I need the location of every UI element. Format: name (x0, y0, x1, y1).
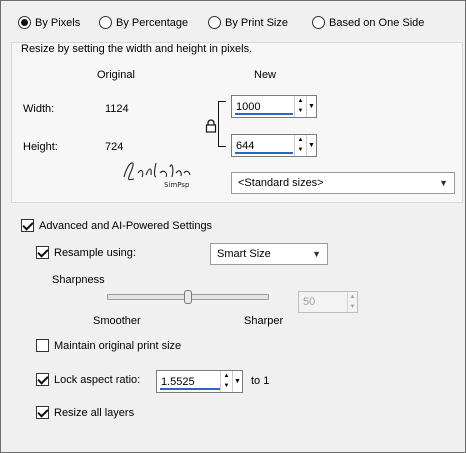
width-new-value[interactable]: 1000 (232, 101, 294, 113)
sharpness-slider-thumb[interactable] (184, 290, 192, 304)
spin-arrows[interactable]: ▲ ▼ (347, 292, 357, 312)
checkbox-box (21, 219, 34, 232)
spin-arrows[interactable]: ▲ ▼ (294, 96, 306, 117)
aspect-ratio-spinbox[interactable]: 1.5525 ▲ ▼ ▼ (156, 370, 243, 393)
spin-up-icon[interactable]: ▲ (295, 96, 306, 106)
height-new-value[interactable]: 644 (232, 140, 294, 152)
sharpness-label: Sharpness (52, 274, 105, 286)
spin-arrows[interactable]: ▲ ▼ (220, 371, 232, 392)
value-underline (235, 113, 293, 115)
radio-by-percentage[interactable]: By Percentage (99, 16, 188, 29)
radio-label: By Percentage (116, 16, 189, 29)
resize-all-layers-checkbox[interactable]: Resize all layers (36, 406, 134, 419)
smoother-label: Smoother (93, 315, 141, 327)
maintain-print-size-label: Maintain original print size (54, 339, 182, 352)
radio-label: By Print Size (225, 16, 288, 29)
lock-aspect-ratio-label: Lock aspect ratio: (54, 373, 141, 386)
sharper-label: Sharper (244, 315, 284, 327)
value-underline (235, 152, 293, 154)
radio-indicator (18, 16, 31, 29)
sharpness-value-spinbox[interactable]: 50 ▲ ▼ (298, 291, 358, 313)
checkbox-box (36, 406, 49, 419)
spin-dropdown-icon[interactable]: ▼ (306, 135, 316, 156)
aspect-link-bracket (218, 101, 226, 147)
height-new-spinbox[interactable]: 644 ▲ ▼ ▼ (231, 134, 317, 157)
width-label: Width: (23, 103, 55, 115)
width-new-spinbox[interactable]: 1000 ▲ ▼ ▼ (231, 95, 317, 118)
radio-based-on-one-side[interactable]: Based on One Side (312, 16, 424, 29)
spin-arrows[interactable]: ▲ ▼ (294, 135, 306, 156)
resize-all-layers-label: Resize all layers (54, 406, 135, 419)
original-column-header: Original (97, 69, 135, 81)
advanced-settings-label: Advanced and AI-Powered Settings (39, 219, 213, 232)
spin-down-icon[interactable]: ▼ (295, 106, 306, 116)
spin-dropdown-icon[interactable]: ▼ (232, 371, 242, 392)
standard-sizes-value: <Standard sizes> (238, 177, 324, 189)
radio-indicator (99, 16, 112, 29)
lock-aspect-ratio-checkbox[interactable]: Lock aspect ratio: (36, 373, 140, 386)
value-underline (160, 388, 220, 390)
svg-text:SimPsp: SimPsp (164, 181, 190, 189)
radio-by-print-size[interactable]: By Print Size (208, 16, 288, 29)
new-column-header: New (254, 69, 277, 81)
radio-label: By Pixels (35, 16, 81, 29)
height-label: Height: (23, 141, 58, 153)
resize-panel: Resize by setting the width and height i… (11, 42, 463, 203)
radio-by-pixels[interactable]: By Pixels (18, 16, 80, 29)
aspect-ratio-suffix: to 1 (251, 375, 270, 387)
checkbox-box (36, 246, 49, 259)
sharpness-value: 50 (303, 296, 316, 308)
radio-indicator (312, 16, 325, 29)
section-caption: Resize by setting the width and height i… (21, 43, 253, 55)
resample-method-select[interactable]: Smart Size ▼ (210, 243, 328, 265)
chevron-down-icon: ▼ (312, 249, 321, 259)
spin-up-icon[interactable]: ▲ (295, 135, 306, 145)
checkbox-box (36, 339, 49, 352)
spin-up-icon[interactable]: ▲ (221, 371, 232, 381)
radio-label: Based on One Side (329, 16, 425, 29)
resize-dialog: By Pixels By Percentage By Print Size Ba… (0, 0, 466, 453)
checkbox-box (36, 373, 49, 386)
resample-checkbox[interactable]: Resample using: (36, 246, 136, 259)
resample-method-value: Smart Size (217, 248, 271, 260)
signature-watermark: SimPsp (120, 151, 202, 189)
advanced-settings-checkbox[interactable]: Advanced and AI-Powered Settings (21, 219, 212, 232)
standard-sizes-select[interactable]: <Standard sizes> ▼ (231, 172, 455, 194)
maintain-print-size-checkbox[interactable]: Maintain original print size (36, 339, 181, 352)
radio-indicator (208, 16, 221, 29)
spin-down-icon[interactable]: ▼ (221, 381, 232, 391)
spin-dropdown-icon[interactable]: ▼ (306, 96, 316, 117)
spin-down-icon[interactable]: ▼ (295, 145, 306, 155)
aspect-ratio-value[interactable]: 1.5525 (157, 376, 220, 388)
lock-icon (205, 119, 217, 133)
width-original-value: 1124 (105, 103, 129, 115)
chevron-down-icon: ▼ (439, 178, 448, 188)
resample-label: Resample using: (54, 246, 136, 259)
